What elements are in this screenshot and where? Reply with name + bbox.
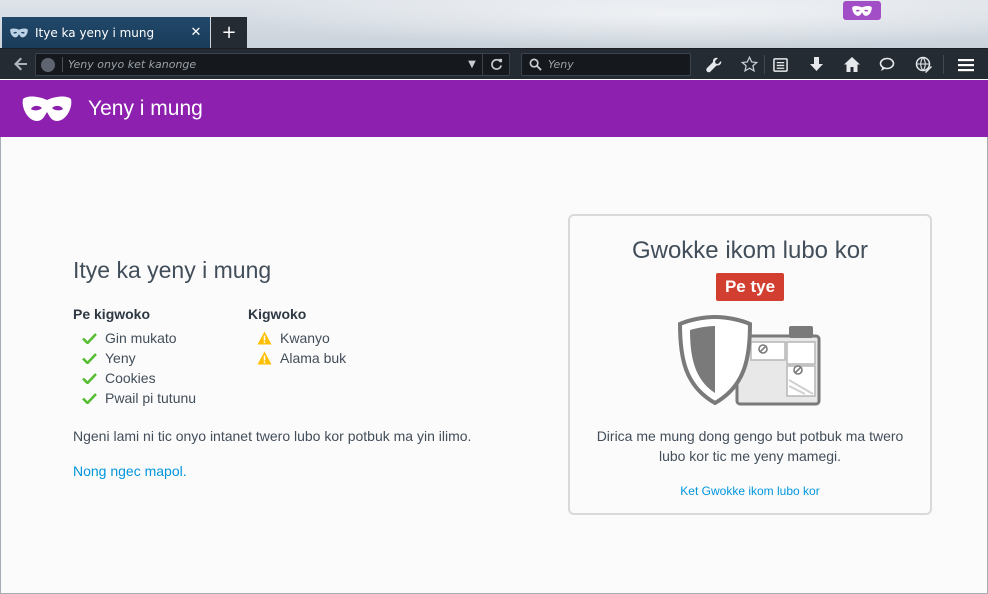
- private-mask-icon: [22, 96, 72, 121]
- private-browsing-indicator: [843, 1, 881, 20]
- not-saved-heading: Pe kigwoko: [73, 306, 151, 322]
- private-info-section: Itye ka yeny i mung Pe kigwoko Gin mukat…: [73, 257, 543, 479]
- saved-heading: Kigwoko: [248, 306, 307, 322]
- page-content: Itye ka yeny i mung Pe kigwoko Gin mukat…: [0, 137, 988, 594]
- navigation-toolbar: Yeny onyo ket kanonge ▼ Yeny: [0, 48, 988, 79]
- private-description: Ngeni lami ni tic onyo intanet twero lub…: [73, 428, 472, 444]
- enable-tracking-protection-link[interactable]: Ket Gwokke ikom lubo kor: [570, 484, 930, 498]
- list-item: Pwail pi tutunu: [82, 388, 248, 408]
- reload-button[interactable]: [483, 54, 509, 75]
- not-saved-column: Pe kigwoko Gin mukato Yeny Cookies Pwail…: [73, 306, 248, 408]
- list-item: Alama buk: [257, 348, 423, 368]
- bookmarks-menu-button[interactable]: [769, 54, 791, 75]
- check-icon: [82, 331, 98, 345]
- developer-tools-button[interactable]: [703, 54, 725, 75]
- hamburger-menu-icon: [958, 58, 974, 71]
- new-tab-button[interactable]: +: [211, 17, 247, 48]
- reload-icon: [490, 58, 502, 70]
- list-item: Yeny: [82, 348, 248, 368]
- search-input[interactable]: Yeny: [548, 58, 574, 71]
- url-history-dropdown-icon[interactable]: ▼: [462, 59, 482, 70]
- status-badge: Pe tye: [715, 273, 785, 301]
- home-button[interactable]: [841, 54, 863, 75]
- site-identity-icon[interactable]: [41, 57, 55, 72]
- check-icon: [82, 391, 98, 405]
- speech-bubble-icon: [879, 57, 895, 71]
- downloads-button[interactable]: [805, 54, 827, 75]
- bookmark-star-button[interactable]: [738, 54, 760, 75]
- shield-blocked-content-icon: [677, 314, 821, 406]
- back-arrow-icon: [14, 57, 27, 71]
- warning-icon: [257, 351, 273, 365]
- back-button[interactable]: [10, 53, 32, 75]
- learn-more-link[interactable]: Nong ngec mapol.: [73, 463, 543, 479]
- tab-title: Itye ka yeny i mung: [35, 25, 155, 40]
- list-item: Kwanyo: [257, 328, 423, 348]
- wrench-icon: [706, 57, 722, 72]
- url-input[interactable]: Yeny onyo ket kanonge: [68, 58, 462, 71]
- check-icon: [82, 371, 98, 385]
- home-icon: [844, 57, 860, 72]
- mask-icon: [852, 5, 872, 16]
- saved-column: Kigwoko Kwanyo Alama buk: [248, 306, 423, 408]
- page-title: Itye ka yeny i mung: [73, 257, 272, 283]
- globe-edit-icon: [915, 56, 932, 73]
- tracking-protection-description: Dirica me mung dong gengo but potbuk ma …: [596, 428, 904, 464]
- url-bar[interactable]: Yeny onyo ket kanonge ▼: [35, 53, 510, 76]
- open-menu-button[interactable]: [955, 54, 977, 75]
- private-browsing-header: Yeny i mung: [0, 80, 988, 137]
- tracking-protection-card: Gwokke ikom lubo kor Pe tye Dirica me mu…: [568, 214, 932, 515]
- tracking-protection-title: Gwokke ikom lubo kor: [631, 237, 869, 264]
- chat-button[interactable]: [876, 54, 898, 75]
- search-bar[interactable]: Yeny: [521, 53, 691, 76]
- private-tab-icon: [10, 26, 28, 40]
- download-arrow-icon: [809, 56, 823, 71]
- warning-icon: [257, 331, 273, 345]
- check-icon: [82, 351, 98, 365]
- list-item: Cookies: [82, 368, 248, 388]
- list-item: Gin mukato: [82, 328, 248, 348]
- header-title: Yeny i mung: [88, 96, 203, 120]
- bookmarks-list-icon: [772, 58, 788, 72]
- tab-close-icon[interactable]: ✕: [188, 25, 204, 40]
- star-icon: [740, 56, 758, 73]
- hello-button[interactable]: [912, 54, 934, 75]
- search-icon: [529, 58, 542, 71]
- tab-private-browsing[interactable]: Itye ka yeny i mung ✕: [2, 17, 210, 48]
